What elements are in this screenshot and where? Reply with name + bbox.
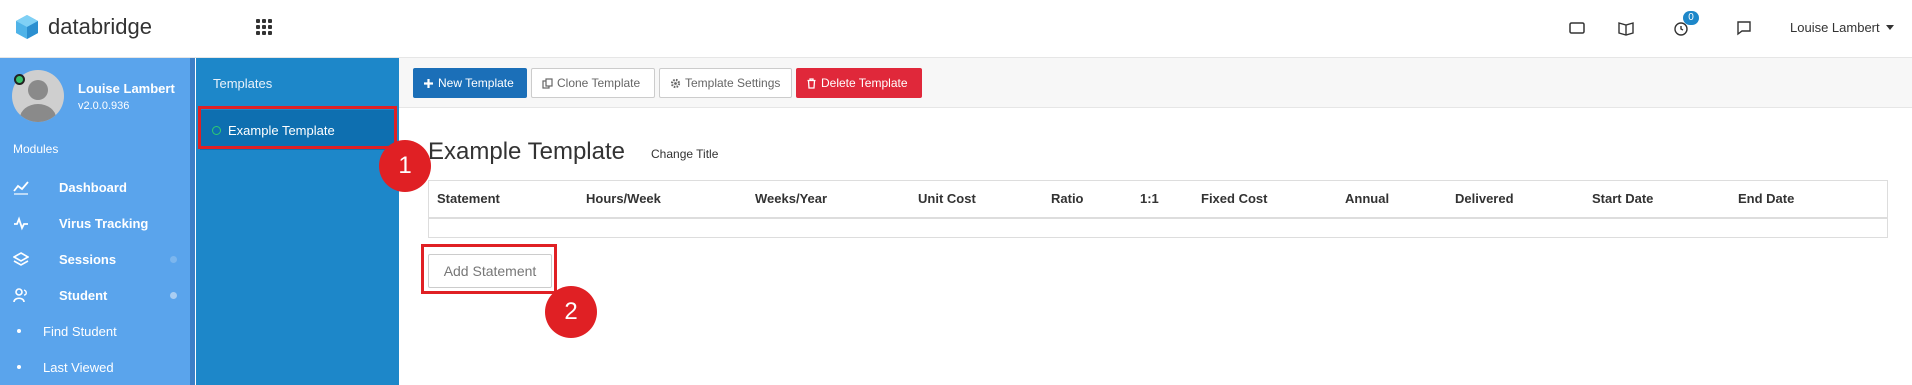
sidebar-item-sessions[interactable]: Sessions	[13, 249, 116, 269]
trash-icon	[807, 77, 816, 89]
sidebar-item-label: Sessions	[59, 251, 117, 267]
new-template-button[interactable]: New Template	[413, 68, 527, 98]
caret-down-icon	[1885, 25, 1894, 30]
bullet-icon	[17, 365, 21, 369]
sidebar-item-dashboard[interactable]: Dashboard	[13, 177, 127, 197]
templates-heading: Templates	[213, 76, 273, 91]
column-header: Weeks/Year	[755, 191, 828, 206]
template-settings-button[interactable]: Template Settings	[659, 68, 792, 98]
apps-grid-icon[interactable]	[256, 19, 272, 35]
column-header: Hours/Week	[586, 191, 661, 206]
notification-badge: 0	[1683, 11, 1699, 25]
brand-logo[interactable]: databridge	[14, 14, 152, 40]
annotation-marker-2: 2	[545, 286, 597, 338]
layers-icon	[13, 252, 29, 266]
column-header: Statement	[437, 191, 500, 206]
template-settings-label: Template Settings	[685, 76, 781, 90]
sidebar-item-label: Student	[59, 287, 108, 303]
gear-icon	[670, 78, 681, 88]
modules-heading: Modules	[13, 142, 59, 156]
sidebar-subitem-last-viewed[interactable]: Last Viewed	[17, 358, 114, 376]
user-menu[interactable]: Louise Lambert	[1790, 20, 1894, 35]
column-header: Ratio	[1051, 191, 1084, 206]
annotation-marker-1: 1	[379, 140, 431, 192]
column-header: End Date	[1738, 191, 1795, 206]
annotation-box-1	[198, 106, 397, 149]
sidebar-subitem-label: Find Student	[43, 323, 117, 339]
chart-line-icon	[13, 181, 29, 195]
table-header-divider	[429, 217, 1887, 219]
book-icon[interactable]	[1617, 19, 1635, 37]
column-header: 1:1	[1140, 191, 1159, 206]
clone-template-button[interactable]: Clone Template	[531, 68, 655, 98]
user-name: Louise Lambert	[1790, 20, 1880, 35]
pulse-icon	[14, 216, 28, 231]
sidebar-item-student[interactable]: Student	[13, 285, 107, 305]
sidebar-item-virus-tracking[interactable]: Virus Tracking	[13, 213, 148, 233]
top-navbar: databridge 0 Louise Lambert	[0, 0, 1912, 58]
copy-icon	[542, 77, 553, 89]
change-title-link[interactable]: Change Title	[651, 147, 718, 161]
column-header: Annual	[1345, 191, 1390, 206]
students-icon	[13, 288, 27, 303]
bullet-icon	[17, 329, 21, 333]
delete-template-button[interactable]: Delete Template	[796, 68, 922, 98]
delete-template-label: Delete Template	[821, 76, 908, 90]
sidebar-item-label: Virus Tracking	[59, 215, 149, 231]
clone-template-label: Clone Template	[557, 76, 641, 90]
sidebar-item-label: Dashboard	[59, 179, 127, 195]
profile-name: Louise Lambert	[78, 81, 175, 96]
sidebar-subitem-find-student[interactable]: Find Student	[17, 322, 117, 340]
column-header: Start Date	[1592, 191, 1654, 206]
databridge-logo-icon	[16, 15, 38, 39]
online-status-indicator	[14, 74, 25, 85]
plus-icon	[424, 78, 433, 88]
column-header: Unit Cost	[918, 191, 976, 206]
sidebar-subitem-label: Last Viewed	[43, 359, 114, 375]
sidebar-scrollbar[interactable]	[190, 58, 195, 385]
new-template-label: New Template	[438, 76, 514, 90]
app-version: v2.0.0.936	[78, 100, 130, 112]
brand-name: databridge	[48, 14, 152, 39]
page-title: Example Template	[428, 138, 625, 165]
tablet-icon[interactable]	[1568, 19, 1586, 37]
chat-icon[interactable]	[1735, 19, 1753, 37]
expand-indicator[interactable]	[170, 256, 177, 263]
statement-table: Statement Hours/Week Weeks/Year Unit Cos…	[428, 180, 1888, 238]
column-header: Fixed Cost	[1201, 191, 1268, 206]
annotation-box-2	[421, 244, 557, 294]
expand-indicator[interactable]	[170, 292, 177, 299]
column-header: Delivered	[1455, 191, 1514, 206]
